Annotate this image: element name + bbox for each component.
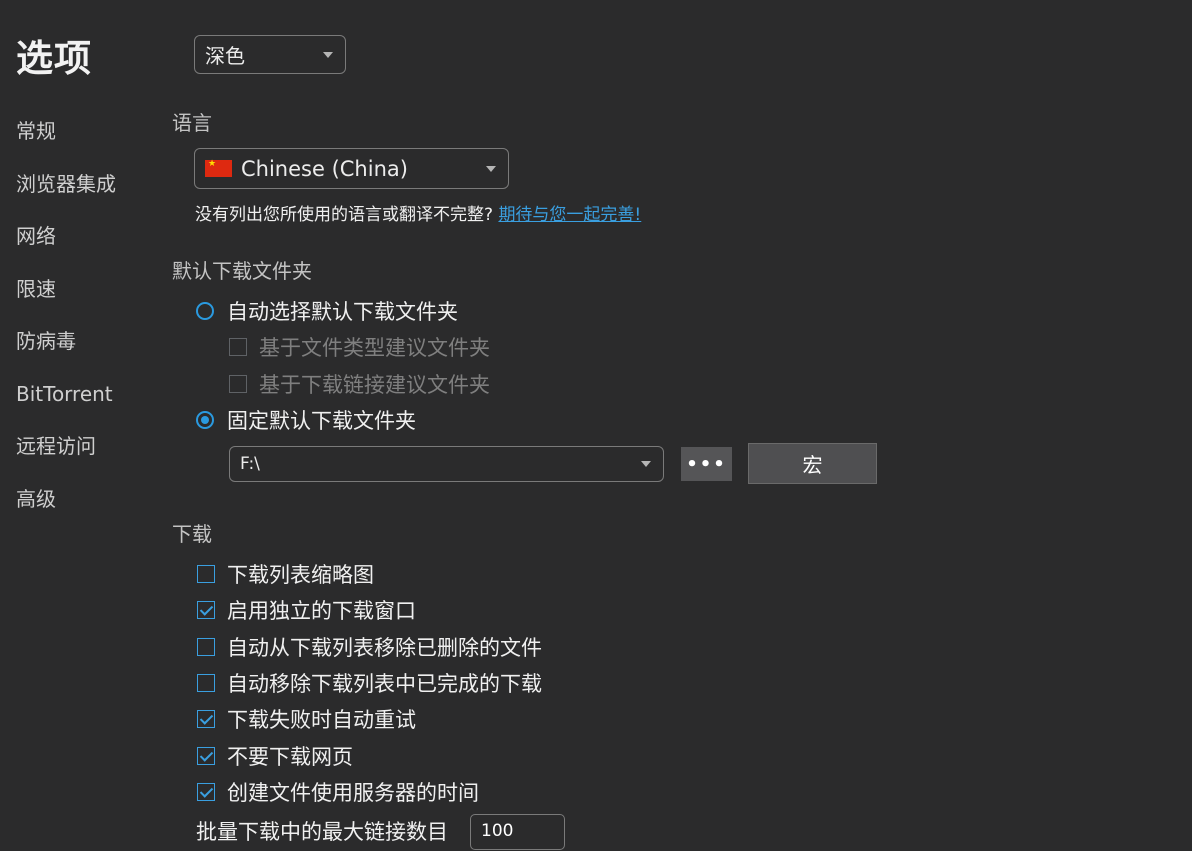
sidebar-item-speed-limit[interactable]: 限速 — [16, 272, 116, 325]
download-option-label: 启用独立的下载窗口 — [227, 599, 416, 623]
sidebar-item-browser-integration[interactable]: 浏览器集成 — [16, 167, 116, 220]
checkbox[interactable] — [197, 565, 215, 583]
suggest-by-type-option: 基于文件类型建议文件夹 — [229, 332, 490, 362]
checkbox — [229, 338, 247, 356]
suggest-by-link-label: 基于下载链接建议文件夹 — [259, 373, 490, 397]
language-select[interactable]: ★ Chinese (China) — [194, 148, 509, 189]
china-flag-icon: ★ — [205, 160, 232, 177]
download-option-label: 不要下载网页 — [227, 745, 353, 769]
batch-links-input[interactable]: 100 — [470, 814, 565, 850]
download-option[interactable]: 启用独立的下载窗口 — [197, 595, 416, 625]
checkbox — [229, 375, 247, 393]
checkbox[interactable] — [197, 601, 215, 619]
download-option[interactable]: 不要下载网页 — [197, 741, 353, 771]
fixed-folder-option[interactable]: 固定默认下载文件夹 — [196, 405, 416, 435]
download-option[interactable]: 创建文件使用服务器的时间 — [197, 777, 479, 807]
download-option-label: 下载列表缩略图 — [227, 563, 374, 587]
download-option-label: 自动移除下载列表中已完成的下载 — [227, 672, 542, 696]
suggest-by-link-option: 基于下载链接建议文件夹 — [229, 369, 490, 399]
checkbox[interactable] — [197, 638, 215, 656]
language-select-value: Chinese (China) — [241, 156, 408, 181]
download-option[interactable]: 下载列表缩略图 — [197, 559, 374, 589]
sidebar-item-network[interactable]: 网络 — [16, 219, 116, 272]
download-option-label: 自动从下载列表移除已删除的文件 — [227, 636, 542, 660]
theme-select[interactable]: 深色 — [194, 35, 346, 74]
sidebar: 常规 浏览器集成 网络 限速 防病毒 BitTorrent 远程访问 高级 — [16, 114, 116, 534]
download-option[interactable]: 自动从下载列表移除已删除的文件 — [197, 632, 542, 662]
chevron-down-icon — [486, 165, 496, 172]
chevron-down-icon — [641, 461, 651, 467]
download-folder-path: F:\ — [240, 454, 260, 474]
download-folder-select[interactable]: F:\ — [229, 446, 664, 482]
checkbox[interactable] — [197, 674, 215, 692]
theme-select-value: 深色 — [205, 44, 245, 68]
radio-button[interactable] — [196, 411, 214, 429]
options-window: 选项 常规 浏览器集成 网络 限速 防病毒 BitTorrent 远程访问 高级… — [0, 0, 1192, 851]
auto-select-folder-option[interactable]: 自动选择默认下载文件夹 — [196, 296, 458, 326]
fixed-folder-label: 固定默认下载文件夹 — [227, 409, 416, 433]
checkbox[interactable] — [197, 710, 215, 728]
sidebar-item-advanced[interactable]: 高级 — [16, 482, 116, 535]
checkbox[interactable] — [197, 747, 215, 765]
batch-links-label: 批量下载中的最大链接数目 — [196, 820, 448, 844]
download-option[interactable]: 下载失败时自动重试 — [197, 704, 416, 734]
auto-select-folder-label: 自动选择默认下载文件夹 — [227, 300, 458, 324]
language-note: 没有列出您所使用的语言或翻译不完整? 期待与您一起完善! — [195, 200, 641, 225]
download-option[interactable]: 自动移除下载列表中已完成的下载 — [197, 668, 542, 698]
sidebar-item-bittorrent[interactable]: BitTorrent — [16, 377, 116, 430]
translate-help-link[interactable]: 期待与您一起完善! — [498, 205, 641, 225]
sidebar-item-remote-access[interactable]: 远程访问 — [16, 429, 116, 482]
download-option-label: 创建文件使用服务器的时间 — [227, 781, 479, 805]
browse-folder-button[interactable]: ••• — [681, 447, 732, 481]
downloads-section-title: 下载 — [172, 522, 212, 546]
sidebar-item-antivirus[interactable]: 防病毒 — [16, 324, 116, 377]
sidebar-item-general[interactable]: 常规 — [16, 114, 116, 167]
default-folder-section-title: 默认下载文件夹 — [172, 259, 312, 283]
download-option-label: 下载失败时自动重试 — [227, 708, 416, 732]
radio-button[interactable] — [196, 302, 214, 320]
language-section-title: 语言 — [172, 111, 212, 135]
language-note-text: 没有列出您所使用的语言或翻译不完整? — [195, 205, 494, 225]
chevron-down-icon — [323, 51, 333, 58]
page-title: 选项 — [16, 37, 92, 80]
suggest-by-type-label: 基于文件类型建议文件夹 — [259, 336, 490, 360]
macro-button[interactable]: 宏 — [748, 443, 877, 484]
checkbox[interactable] — [197, 783, 215, 801]
